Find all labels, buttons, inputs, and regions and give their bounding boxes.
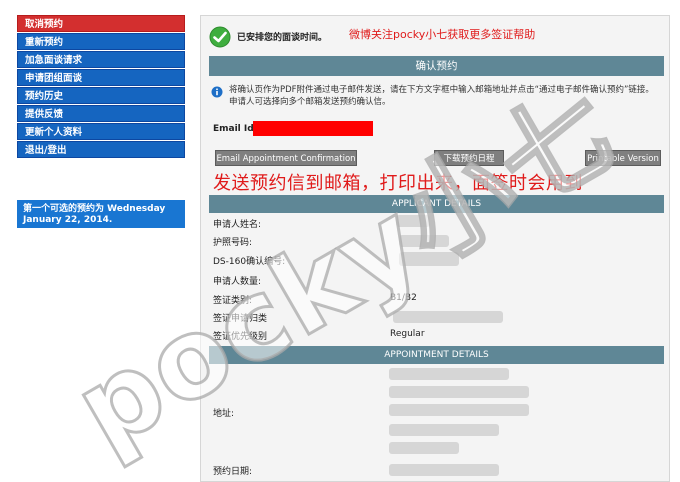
info-text: 将确认页作为PDF附件通过电子邮件发送，请在下方文字框中输入邮箱地址并点击“通过…: [229, 85, 654, 107]
confirm-appointment-header: 确认预约: [209, 56, 664, 76]
visa-class-label: 签证类别:: [213, 296, 253, 306]
passport-label: 护照号码:: [213, 238, 253, 248]
redacted-value: [389, 404, 529, 416]
applicant-count-row: 申请人数量:: [213, 272, 663, 289]
redacted-value: [389, 442, 459, 454]
promo-annotation: 微博关注pocky小七获取更多签证帮助: [349, 28, 536, 41]
address-label: 地址:: [213, 409, 235, 419]
visa-priority-value: Regular: [390, 329, 425, 339]
email-input-redacted[interactable]: [253, 121, 373, 136]
sidebar-item-expedite-request[interactable]: 加急面谈请求: [17, 51, 185, 68]
redacted-value: [389, 368, 509, 380]
redacted-value: [393, 311, 503, 323]
sidebar-item-feedback[interactable]: 提供反馈: [17, 105, 185, 122]
redacted-value: [389, 464, 499, 476]
appointment-date-label: 预约日期:: [213, 467, 253, 477]
redacted-value: [399, 252, 459, 266]
first-available-notice: 第一个可选的预约为 Wednesday January 22, 2014.: [17, 200, 185, 228]
status-message: 已安排您的面谈时间。: [237, 33, 328, 43]
appointment-date-row: 预约日期:: [213, 462, 663, 479]
visa-priority-row: 签证优先级别 Regular: [213, 327, 663, 344]
check-circle-icon: [209, 26, 231, 48]
info-icon: [211, 86, 223, 98]
redacted-value: [389, 424, 499, 436]
redacted-value: [399, 235, 449, 247]
visa-class-value: B1/B2: [390, 293, 417, 303]
sidebar-item-group-appointment[interactable]: 申请团组面谈: [17, 69, 185, 86]
sidebar-item-logout[interactable]: 退出/登出: [17, 141, 185, 158]
sidebar-item-reschedule[interactable]: 重新预约: [17, 33, 185, 50]
printable-version-button[interactable]: Printable Version: [585, 150, 661, 166]
visa-category-label: 签证申请归类: [213, 314, 268, 324]
ds160-row: DS-160确认编号:: [213, 252, 663, 269]
email-confirmation-button[interactable]: Email Appointment Confirmation: [215, 150, 357, 166]
status-bar: 已安排您的面谈时间。 微博关注pocky小七获取更多签证帮助: [209, 24, 659, 50]
sidebar-nav: 取消预约 重新预约 加急面谈请求 申请团组面谈 预约历史 提供反馈 更新个人资料…: [17, 15, 185, 159]
visa-priority-label: 签证优先级别: [213, 332, 268, 342]
applicant-count-label: 申请人数量:: [213, 277, 262, 287]
applicant-details-header: APPLICANT DETAILS: [209, 195, 664, 213]
visa-category-row: 签证申请归类: [213, 309, 663, 326]
email-label: Email Id:: [213, 124, 258, 134]
applicant-name-row: 申请人姓名:: [213, 215, 663, 232]
redacted-value: [389, 386, 529, 398]
download-schedule-button[interactable]: 下载预约日程: [434, 150, 504, 166]
main-panel: 已安排您的面谈时间。 微博关注pocky小七获取更多签证帮助 确认预约 将确认页…: [200, 15, 670, 482]
redacted-value: [396, 215, 430, 227]
address-row: 地址:: [213, 404, 663, 421]
appointment-details-header: APPOINTMENT DETAILS: [209, 346, 664, 364]
visa-class-row: 签证类别: B1/B2: [213, 291, 663, 308]
sidebar-item-cancel-appointment[interactable]: 取消预约: [17, 15, 185, 32]
sidebar-item-appointment-history[interactable]: 预约历史: [17, 87, 185, 104]
red-annotation: 发送预约信到邮箱，打印出来，面签时会用到: [213, 173, 583, 194]
applicant-name-label: 申请人姓名:: [213, 220, 262, 230]
sidebar-item-update-profile[interactable]: 更新个人资料: [17, 123, 185, 140]
passport-row: 护照号码:: [213, 233, 663, 250]
ds160-label: DS-160确认编号:: [213, 257, 286, 267]
